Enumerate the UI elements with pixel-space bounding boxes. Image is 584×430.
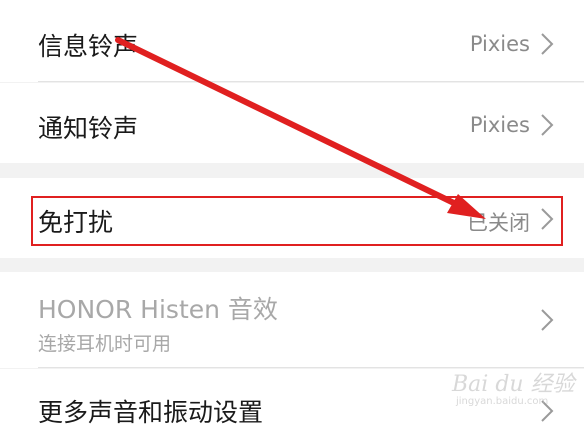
histen-sublabel: 连接耳机时可用 xyxy=(38,333,172,355)
message-ringtone-row[interactable]: 信息铃声 Pixies xyxy=(0,0,584,82)
message-ringtone-label: 信息铃声 xyxy=(38,32,139,61)
chevron-right-icon xyxy=(541,114,554,136)
watermark-url: jingyan.baidu.com xyxy=(456,396,549,407)
histen-row[interactable]: HONOR Histen 音效 连接耳机时可用 xyxy=(0,272,584,368)
notification-ringtone-label: 通知铃声 xyxy=(38,114,139,143)
baidu-watermark: Bai du 经验 jingyan.baidu.com xyxy=(452,366,575,420)
divider xyxy=(38,81,584,82)
notification-ringtone-value: Pixies xyxy=(469,113,530,137)
histen-label: HONOR Histen 音效 xyxy=(38,295,278,324)
watermark-brand: Bai du 经验 xyxy=(452,372,575,397)
highlight-box xyxy=(31,196,563,246)
more-sound-settings-label: 更多声音和振动设置 xyxy=(38,398,264,427)
chevron-right-icon xyxy=(541,33,554,55)
chevron-right-icon xyxy=(541,309,554,331)
notification-ringtone-row[interactable]: 通知铃声 Pixies xyxy=(0,83,584,163)
message-ringtone-value: Pixies xyxy=(469,32,530,56)
